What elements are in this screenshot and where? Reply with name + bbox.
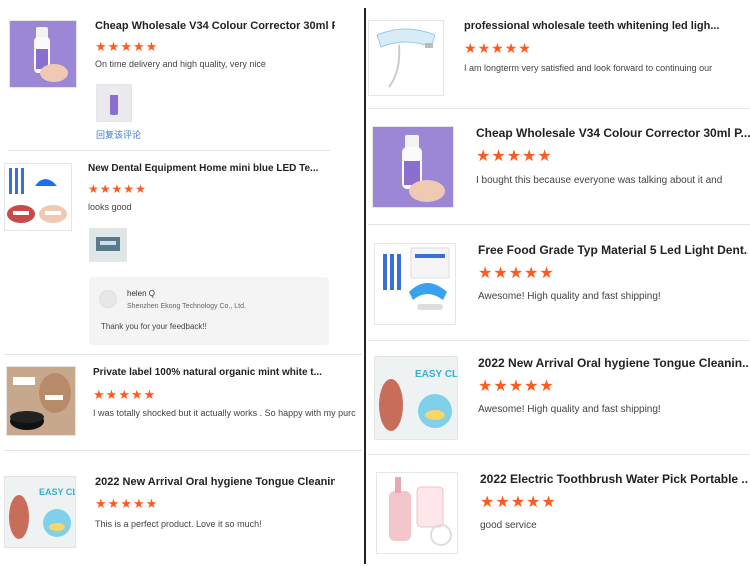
star-icon: ★	[524, 378, 539, 395]
star-rating: ★ ★ ★ ★ ★	[88, 183, 146, 195]
seller-avatar	[99, 290, 117, 308]
star-icon: ★	[510, 494, 526, 511]
star-icon: ★	[539, 378, 554, 395]
star-icon: ★	[491, 148, 506, 165]
star-icon: ★	[495, 494, 510, 511]
star-icon: ★	[123, 182, 135, 196]
review-text: I bought this because everyone was talki…	[476, 175, 723, 186]
star-rating: ★ ★ ★ ★ ★	[95, 40, 157, 53]
review-text: I was totally shocked but it actually wo…	[93, 408, 356, 418]
star-icon: ★	[95, 496, 107, 511]
card-separator	[368, 340, 750, 341]
product-image-tongue-cleaner[interactable]: EASY CLEAN	[374, 356, 458, 440]
seller-name: helen Q	[127, 289, 156, 298]
product-image-charcoal-powder[interactable]	[6, 366, 76, 436]
product-title[interactable]: New Dental Equipment Home mini blue LED …	[88, 163, 328, 174]
star-icon: ★	[478, 378, 493, 395]
star-icon: ★	[491, 40, 504, 56]
star-icon: ★	[130, 387, 143, 402]
star-icon: ★	[504, 40, 518, 56]
product-title[interactable]: Free Food Grade Typ Material 5 Led Light…	[478, 243, 748, 257]
product-title[interactable]: Cheap Wholesale V34 Colour Corrector 30m…	[476, 126, 750, 140]
review-text: Awesome! High quality and fast shipping!	[478, 291, 661, 302]
star-icon: ★	[526, 494, 541, 511]
star-icon: ★	[111, 182, 123, 196]
seller-reply-text: Thank you for your feedback!!	[101, 322, 207, 331]
card-separator	[4, 354, 362, 355]
star-icon: ★	[88, 182, 99, 196]
product-image-whitening-kit[interactable]	[374, 243, 456, 325]
product-image-serum-bottle[interactable]	[9, 20, 77, 88]
star-icon: ★	[480, 494, 495, 511]
star-rating: ★ ★ ★ ★ ★	[93, 388, 155, 401]
product-title[interactable]: Cheap Wholesale V34 Colour Corrector 30m…	[95, 20, 335, 32]
star-icon: ★	[524, 265, 539, 282]
product-image-tongue-cleaner[interactable]: EASY CLEAN	[4, 476, 76, 548]
star-icon: ★	[537, 148, 552, 165]
card-separator	[368, 108, 750, 109]
review-photo[interactable]	[96, 84, 132, 122]
star-rating: ★ ★ ★ ★ ★	[95, 497, 157, 510]
product-image-led-mouthpiece[interactable]	[368, 20, 444, 96]
star-icon: ★	[477, 40, 491, 56]
product-image-led-kit[interactable]	[4, 163, 72, 231]
star-icon: ★	[464, 40, 477, 56]
card-separator	[8, 150, 330, 151]
product-title[interactable]: 2022 New Arrival Oral hygiene Tongue Cle…	[95, 476, 335, 488]
review-text: I am longterm very satisfied and look fo…	[464, 63, 713, 73]
card-separator	[368, 224, 750, 225]
star-icon: ★	[95, 39, 107, 54]
review-text: On time delivery and high quality, very …	[95, 59, 266, 69]
product-image-water-flosser[interactable]	[376, 472, 458, 554]
star-icon: ★	[145, 496, 158, 511]
review-text: Awesome! High quality and fast shipping!	[478, 404, 661, 415]
review-photo[interactable]	[89, 228, 127, 262]
star-icon: ★	[99, 182, 111, 196]
column-divider	[364, 8, 366, 564]
star-icon: ★	[518, 40, 531, 56]
star-icon: ★	[508, 378, 524, 395]
review-text: looks good	[88, 202, 132, 212]
review-text: good service	[480, 520, 537, 531]
image-text-easy: EASY CLEAN	[415, 369, 457, 380]
card-separator	[4, 450, 362, 451]
star-icon: ★	[145, 39, 158, 54]
star-icon: ★	[478, 265, 493, 282]
star-icon: ★	[135, 182, 146, 196]
product-title[interactable]: 2022 Electric Toothbrush Water Pick Port…	[480, 472, 748, 486]
star-rating: ★ ★ ★ ★ ★	[480, 495, 556, 511]
star-icon: ★	[120, 39, 132, 54]
reply-to-review-link[interactable]: 回复该评论	[96, 128, 141, 141]
star-icon: ★	[508, 265, 524, 282]
product-image-serum-bottle[interactable]	[372, 126, 454, 208]
star-icon: ★	[493, 378, 508, 395]
star-rating: ★ ★ ★ ★ ★	[476, 149, 552, 165]
star-icon: ★	[107, 39, 120, 54]
card-separator	[368, 454, 750, 455]
product-title[interactable]: 2022 New Arrival Oral hygiene Tongue Cle…	[478, 356, 748, 370]
star-icon: ★	[541, 494, 556, 511]
star-icon: ★	[493, 265, 508, 282]
seller-company: Shenzhen Ekong Technology Co., Ltd.	[127, 303, 246, 310]
star-icon: ★	[105, 387, 118, 402]
star-icon: ★	[107, 496, 120, 511]
star-rating: ★ ★ ★ ★ ★	[478, 266, 554, 282]
star-icon: ★	[132, 39, 145, 54]
star-rating: ★ ★ ★ ★ ★	[464, 41, 531, 55]
star-icon: ★	[143, 387, 156, 402]
star-icon: ★	[522, 148, 537, 165]
review-text: This is a perfect product. Love it so mu…	[95, 519, 262, 529]
star-rating: ★ ★ ★ ★ ★	[478, 379, 554, 395]
star-icon: ★	[120, 496, 132, 511]
product-title[interactable]: professional wholesale teeth whitening l…	[464, 20, 724, 32]
star-icon: ★	[476, 148, 491, 165]
star-icon: ★	[93, 387, 105, 402]
star-icon: ★	[118, 387, 130, 402]
star-icon: ★	[132, 496, 145, 511]
product-title[interactable]: Private label 100% natural organic mint …	[93, 367, 325, 378]
image-text-easy: EASY CLEAN	[39, 487, 75, 497]
star-icon: ★	[506, 148, 522, 165]
seller-reply-box: helen Q Shenzhen Ekong Technology Co., L…	[89, 277, 329, 345]
star-icon: ★	[539, 265, 554, 282]
